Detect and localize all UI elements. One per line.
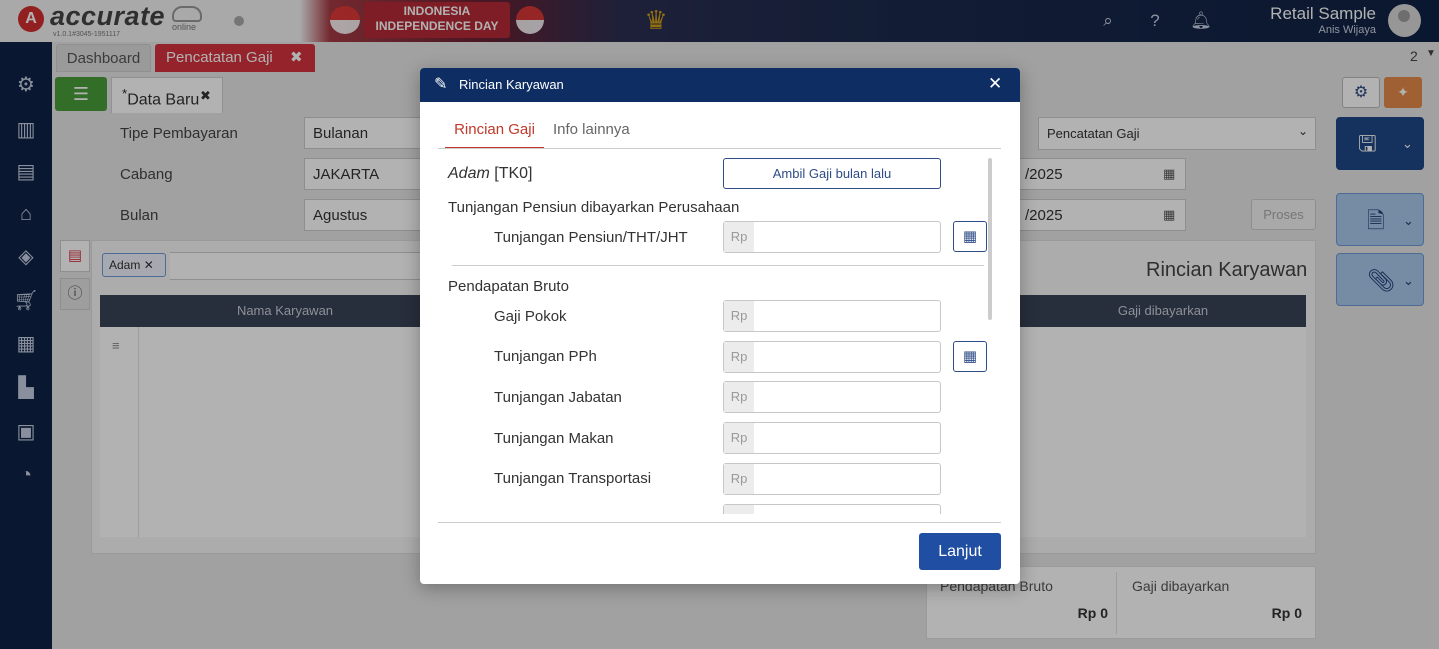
field-label-transport: Tunjangan Transportasi [494, 470, 652, 487]
field-label-pensiun: Tunjangan Pensiun/THT/JHT [494, 229, 688, 246]
rincian-karyawan-modal: ✎ Rincian Karyawan ✕ Rincian Gaji Info l… [420, 68, 1020, 584]
currency-prefix: Rp [724, 342, 754, 372]
currency-prefix: Rp [724, 423, 754, 453]
field-label-jabatan: Tunjangan Jabatan [494, 389, 622, 406]
calculator-button[interactable]: ▦ [953, 341, 987, 372]
section-pensiun-label: Tunjangan Pensiun dibayarkan Perusahaan [448, 199, 740, 216]
currency-prefix: Rp [724, 505, 754, 514]
field-label-makan: Tunjangan Makan [494, 430, 614, 447]
pph-input[interactable]: Rp [723, 341, 941, 373]
gaji-pokok-input[interactable]: Rp [723, 300, 941, 332]
pencil-icon: ✎ [434, 76, 448, 93]
makan-input[interactable]: Rp [723, 422, 941, 454]
currency-prefix: Rp [724, 464, 754, 494]
scrollbar[interactable] [988, 158, 992, 320]
close-icon[interactable]: ✕ [988, 74, 1002, 94]
section-divider [452, 265, 984, 266]
field-label-gaji-pokok: Gaji Pokok [494, 308, 567, 325]
jabatan-input[interactable]: Rp [723, 381, 941, 413]
modal-scroll-area[interactable]: Tunjangan Pensiun dibayarkan Perusahaan … [420, 156, 1020, 514]
transport-input[interactable]: Rp [723, 463, 941, 495]
currency-prefix: Rp [724, 222, 754, 252]
modal-title: Rincian Karyawan [459, 77, 564, 92]
currency-prefix: Rp [724, 301, 754, 331]
tabs-underline [438, 148, 1001, 149]
field-label-pph: Tunjangan PPh [494, 348, 597, 365]
tab-rincian-gaji[interactable]: Rincian Gaji [445, 116, 544, 149]
currency-prefix: Rp [724, 382, 754, 412]
footer-divider [438, 522, 1001, 523]
next-field-input[interactable]: Rp [723, 504, 941, 514]
calculator-button[interactable]: ▦ [953, 221, 987, 252]
tab-info-lainnya[interactable]: Info lainnya [553, 116, 630, 144]
lanjut-button[interactable]: Lanjut [919, 533, 1001, 570]
pensiun-input[interactable]: Rp [723, 221, 941, 253]
section-bruto-label: Pendapatan Bruto [448, 278, 569, 295]
